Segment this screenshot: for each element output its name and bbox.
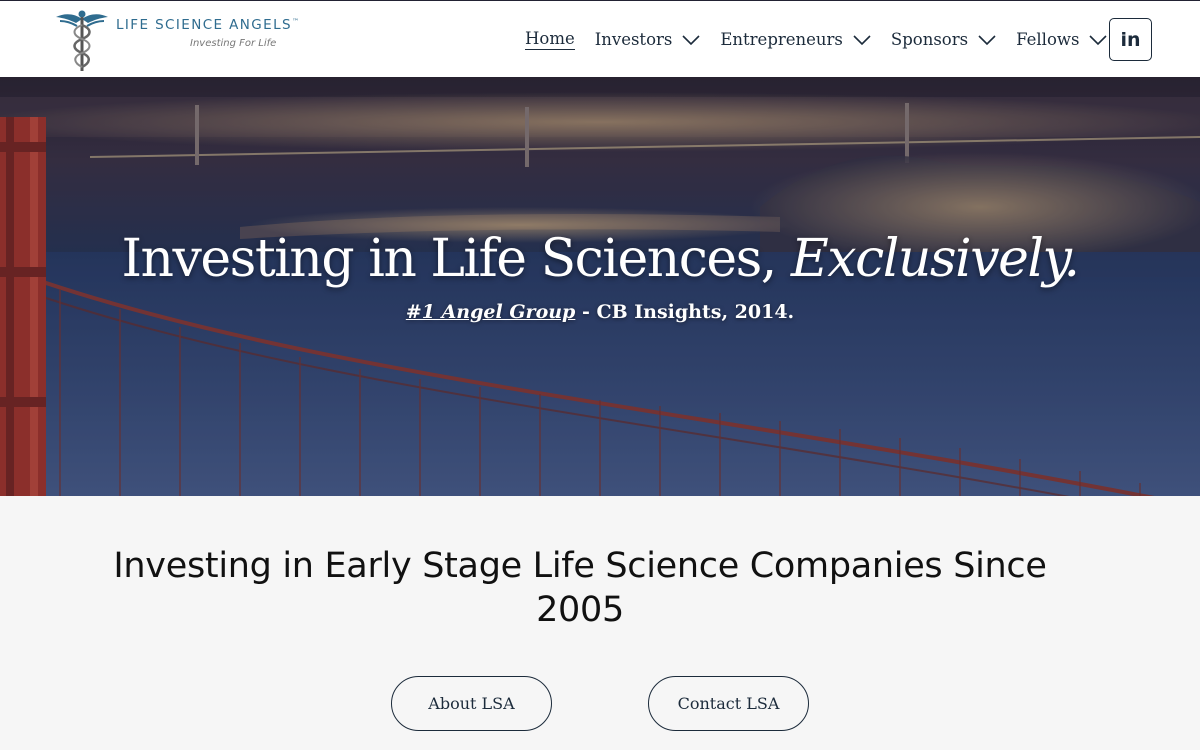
chevron-down-icon (1089, 34, 1108, 45)
nav-item-label: Fellows (1016, 30, 1080, 49)
nav-item-label: Investors (594, 30, 673, 49)
nav-item-label: Sponsors (890, 30, 969, 49)
hero-title: Investing in Life Sciences, Exclusively. (121, 229, 1080, 289)
chevron-down-icon (682, 34, 700, 45)
hero-subtitle: #1 Angel Group - CB Insights, 2014. (405, 301, 795, 323)
section-heading: Investing in Early Stage Life Science Co… (113, 546, 1047, 630)
about-button[interactable]: About LSA (391, 676, 552, 731)
chevron-down-icon (853, 34, 871, 45)
site-logo[interactable]: LIFE SCIENCE ANGELS™ Investing For Life (54, 5, 299, 73)
angel-group-link[interactable]: #1 Angel Group (406, 301, 576, 323)
linkedin-icon: in (1120, 28, 1141, 51)
nav-item-label: Home (525, 29, 575, 50)
nav-item-entrepreneurs[interactable]: Entrepreneurs (720, 30, 871, 49)
site-header: LIFE SCIENCE ANGELS™ Investing For Life … (0, 0, 1200, 77)
nav-item-investors[interactable]: Investors (595, 30, 701, 49)
hero-banner: Investing in Life Sciences, Exclusively.… (0, 77, 1200, 496)
hero-title-emphasis: Exclusively. (790, 229, 1080, 289)
main-nav: Home Investors Entrepreneurs Sponsors Fe… (525, 29, 1127, 50)
caduceus-icon (56, 10, 108, 71)
nav-item-home[interactable]: Home (525, 29, 575, 50)
linkedin-button[interactable]: in (1109, 18, 1152, 61)
nav-item-sponsors[interactable]: Sponsors (891, 30, 996, 49)
logo-name: LIFE SCIENCE ANGELS™ (116, 17, 299, 33)
contact-button[interactable]: Contact LSA (648, 676, 809, 731)
nav-item-label: Entrepreneurs (720, 30, 843, 49)
logo-tagline: Investing For Life (190, 38, 277, 49)
chevron-down-icon (978, 34, 996, 45)
nav-item-fellows[interactable]: Fellows (1016, 30, 1108, 49)
